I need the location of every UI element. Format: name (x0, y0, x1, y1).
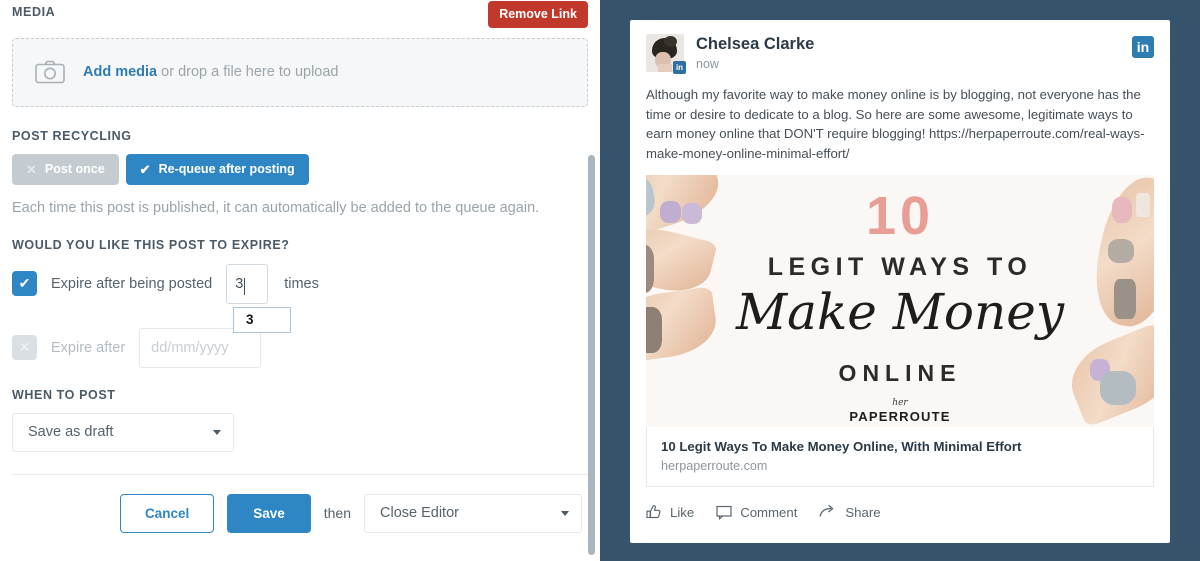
decor-gem (1136, 193, 1150, 218)
recycling-toggle-group: ✕ Post once ✔ Re-queue after posting (12, 153, 588, 185)
avatar-neck (658, 64, 672, 72)
avatar: in (646, 34, 686, 74)
decor-gem (1114, 279, 1136, 320)
autofill-suggestion-item[interactable]: 3 (233, 306, 291, 333)
remove-link-button[interactable]: Remove Link (488, 1, 588, 28)
link-card-meta: 10 Legit Ways To Make Money Online, With… (646, 427, 1154, 488)
when-to-post-select[interactable]: Save as draft (12, 412, 234, 452)
when-to-post-section: WHEN TO POST Save as draft (12, 388, 588, 452)
comment-label: Comment (740, 504, 798, 520)
when-to-post-selected-value: Save as draft (28, 424, 114, 440)
hero-script-text: Make Money (735, 283, 1065, 342)
avatar-bun (664, 36, 677, 47)
linkedin-icon: in (1132, 36, 1154, 58)
hero-brand: her PAPERROUTE (849, 399, 950, 425)
share-action[interactable]: Share (819, 504, 881, 520)
after-save-action-select[interactable]: Close Editor (364, 493, 582, 533)
requeue-label: Re-queue after posting (158, 161, 295, 176)
like-label: Like (670, 504, 695, 520)
decor-gem (682, 203, 702, 225)
camera-icon (35, 60, 65, 84)
editor-pane: MEDIA Remove Link Add media or drop a fi… (0, 0, 600, 561)
linkedin-badge-icon: in (673, 61, 686, 74)
hero-line2: ONLINE (838, 360, 962, 387)
link-preview-card[interactable]: 10 LEGIT WAYS TO Make Money ONLINE her P… (646, 175, 1154, 488)
then-label: then (323, 505, 351, 521)
hero-number: 10 (865, 186, 935, 247)
reaction-bar: Like Comment Share (646, 504, 1154, 520)
thumbs-up-icon (646, 505, 661, 519)
dropzone-text: Add media or drop a file here to upload (83, 64, 339, 80)
linkedin-post-preview-card: in Chelsea Clarke now in Although my fav… (630, 20, 1170, 543)
expire-section: WOULD YOU LIKE THIS POST TO EXPIRE? ✔ Ex… (12, 238, 588, 368)
expire-date-label: Expire after (51, 339, 126, 356)
decor-gem (660, 201, 681, 224)
media-label: MEDIA (12, 5, 56, 19)
link-card-domain: herpaperroute.com (661, 459, 768, 474)
expire-count-label: Expire after being posted (51, 275, 213, 292)
post-once-button[interactable]: ✕ Post once (12, 153, 119, 185)
expire-label: WOULD YOU LIKE THIS POST TO EXPIRE? (12, 237, 290, 252)
times-word-label: times (284, 275, 319, 292)
expire-date-input[interactable]: dd/mm/yyyy (139, 327, 262, 368)
editor-scrollbar-track[interactable] (588, 0, 598, 561)
save-button[interactable]: Save (227, 493, 311, 533)
expire-after-count-row: ✔ Expire after being posted 3 times 3 (12, 263, 588, 333)
expire-count-checkbox[interactable]: ✔ (12, 271, 37, 296)
requeue-after-posting-button[interactable]: ✔ Re-queue after posting (125, 153, 309, 185)
check-icon: ✔ (139, 161, 151, 177)
author-info: Chelsea Clarke now (696, 34, 814, 71)
post-timestamp: now (696, 56, 719, 71)
hero-brand-small: her (892, 398, 908, 409)
editor-scrollbar-thumb[interactable] (588, 155, 595, 555)
expire-count-input[interactable]: 3 (226, 263, 269, 304)
media-dropzone[interactable]: Add media or drop a file here to upload (12, 37, 588, 107)
post-recycling-section: POST RECYCLING ✕ Post once ✔ Re-queue af… (12, 129, 588, 216)
comment-action[interactable]: Comment (716, 504, 797, 520)
recycling-helper-text: Each time this post is published, it can… (12, 199, 540, 216)
post-editor-screen: MEDIA Remove Link Add media or drop a fi… (0, 0, 1200, 561)
decor-gem (1112, 197, 1132, 224)
chevron-down-icon (213, 430, 221, 435)
preview-pane: in Chelsea Clarke now in Although my fav… (600, 0, 1200, 561)
hero-line1: LEGIT WAYS TO (767, 253, 1033, 282)
expire-date-checkbox[interactable]: ✕ (12, 335, 37, 360)
expire-after-date-row: ✕ Expire after dd/mm/yyyy (12, 327, 588, 368)
when-to-post-label: WHEN TO POST (12, 387, 116, 402)
dropzone-rest-text: or drop a file here to upload (157, 64, 339, 80)
decor-gem (1100, 371, 1136, 406)
share-arrow-icon (819, 504, 834, 517)
post-header: in Chelsea Clarke now in (646, 34, 1154, 74)
text-cursor (244, 278, 246, 295)
comment-bubble-icon (716, 506, 732, 520)
expire-count-value: 3 (235, 275, 244, 292)
x-icon: ✕ (26, 161, 37, 177)
post-body-text: Although my favorite way to make money o… (646, 87, 1145, 161)
media-section-header: MEDIA Remove Link (12, 0, 588, 28)
add-media-link[interactable]: Add media (83, 64, 157, 80)
divider (12, 473, 588, 475)
post-recycling-label: POST RECYCLING (12, 128, 132, 143)
after-save-selected-value: Close Editor (380, 505, 459, 521)
decor-gem (646, 307, 662, 354)
hero-brand-large: PAPERROUTE (849, 409, 951, 425)
editor-action-bar: Cancel Save then Close Editor (12, 493, 588, 533)
hero-image: 10 LEGIT WAYS TO Make Money ONLINE her P… (646, 175, 1154, 428)
like-action[interactable]: Like (646, 504, 694, 520)
author-name: Chelsea Clarke (696, 35, 815, 53)
decor-gem (1108, 239, 1134, 264)
cancel-button[interactable]: Cancel (119, 493, 215, 533)
chevron-down-icon (561, 511, 569, 516)
post-once-label: Post once (44, 161, 105, 176)
link-card-title: 10 Legit Ways To Make Money Online, With… (661, 439, 1022, 455)
share-label: Share (845, 504, 881, 520)
